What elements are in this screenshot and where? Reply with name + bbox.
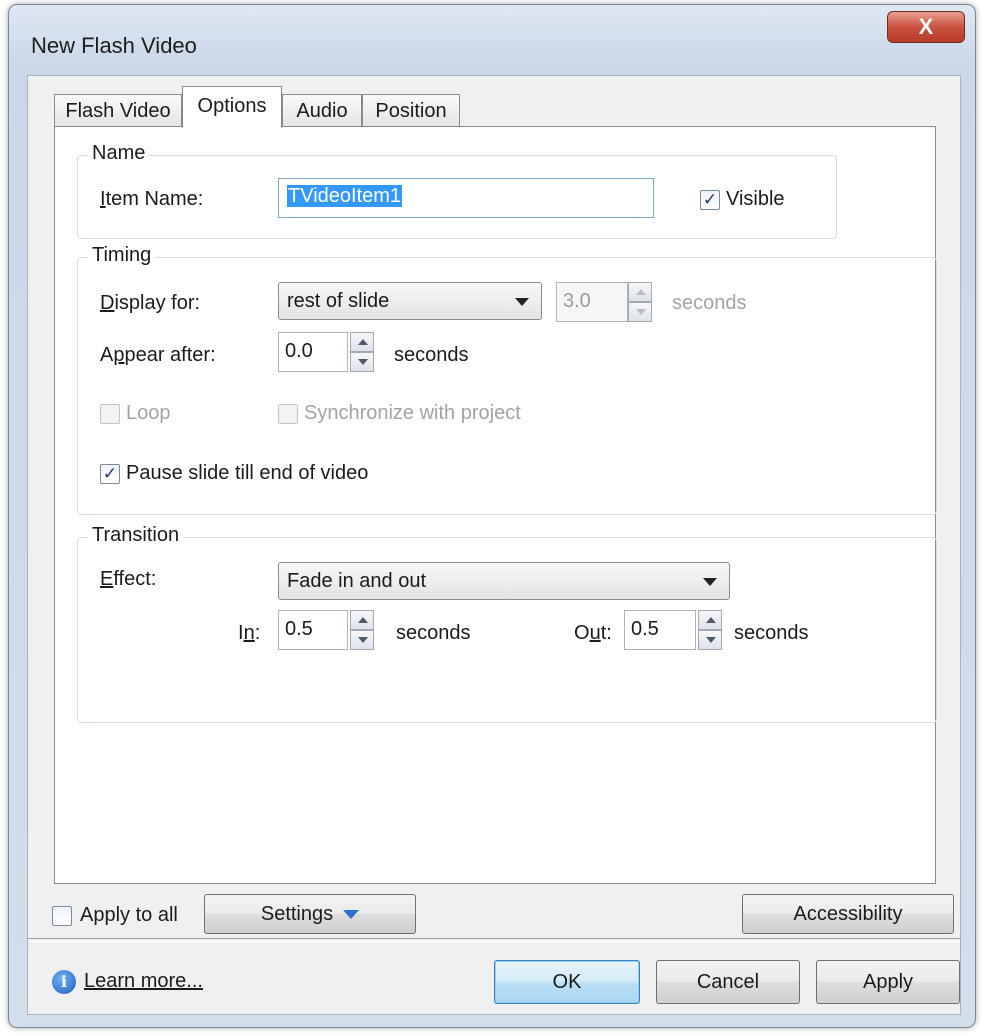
display-seconds-spinner [628,282,652,322]
ok-button[interactable]: OK [494,960,640,1004]
out-seconds-input[interactable]: 0.5 [624,610,696,650]
tab-flash-video[interactable]: Flash Video [54,94,182,126]
tab-options[interactable]: Options [182,86,282,128]
spin-up-icon[interactable] [350,610,374,630]
spin-up-icon[interactable] [698,610,722,630]
item-name-input[interactable]: TVideoItem1 [278,178,654,218]
dropdown-arrow-icon [343,910,360,920]
settings-button-label: Settings [260,903,334,925]
transition-group-title: Transition [88,524,184,547]
in-label: In: [238,622,261,644]
display-for-dropdown[interactable]: rest of slide [278,282,542,320]
display-for-label-text: isplay for: [114,292,201,314]
spin-down-icon[interactable] [350,630,374,650]
in-seconds-input[interactable]: 0.5 [278,610,348,650]
close-icon: X [918,14,934,39]
effect-dropdown[interactable]: Fade in and out [278,562,730,600]
learn-more-link[interactable]: Learn more... [84,970,203,993]
checkmark-icon: ✓ [102,464,118,483]
timing-group-title: Timing [88,244,156,267]
visible-label: Visible [726,188,785,210]
spin-up-icon[interactable] [350,332,374,352]
out-seconds-spinner[interactable] [698,610,722,650]
name-group-title: Name [88,142,150,165]
checkmark-icon: ✓ [702,190,718,209]
display-seconds-input: 3.0 [556,282,628,322]
apply-to-all-checkbox[interactable] [52,906,72,926]
synchronize-label: Synchronize with project [304,402,521,424]
loop-label: Loop [126,402,171,424]
tab-audio[interactable]: Audio [282,94,362,126]
name-group: Name Item Name: TVideoItem1 ✓ Visible [77,142,837,239]
synchronize-checkbox [278,404,298,424]
visible-checkbox[interactable]: ✓ [700,190,720,210]
tab-position[interactable]: Position [362,94,460,126]
info-icon: i [52,970,76,994]
out-seconds-unit: seconds [734,622,809,644]
spin-down-icon[interactable] [698,630,722,650]
dialog-client-area: Flash Video Options Audio Position Name … [27,75,961,1015]
apply-button[interactable]: Apply [816,960,960,1004]
settings-button[interactable]: Settings [204,894,416,934]
chevron-down-icon [703,578,717,586]
footer-separator [28,938,960,942]
pause-slide-label: Pause slide till end of video [126,462,369,484]
spin-down-icon [628,302,652,322]
appear-after-input[interactable]: 0.0 [278,332,348,372]
close-button[interactable]: X [887,11,965,43]
item-name-value: TVideoItem1 [287,185,403,207]
out-label: Out: [574,622,612,644]
display-for-value: rest of slide [287,290,390,312]
item-name-label: Item Name: [100,188,204,210]
in-seconds-unit: seconds [396,622,471,644]
window-title: New Flash Video [31,33,197,58]
timing-group: Timing Display for: rest of slide 3.0 se… [77,244,937,515]
transition-group: Transition Effect: Fade in and out In: 0… [77,524,937,723]
appear-after-spinner[interactable] [350,332,374,372]
options-tab-panel: Name Item Name: TVideoItem1 ✓ Visible Ti… [54,126,937,884]
spin-down-icon[interactable] [350,352,374,372]
display-seconds-unit: seconds [672,292,747,314]
appear-after-label: Appear after: [100,344,216,366]
loop-checkbox [100,404,120,424]
apply-to-all-label: Apply to all [80,904,178,926]
dialog-window: New Flash Video X Flash Video Options Au… [8,4,976,1028]
cancel-button[interactable]: Cancel [656,960,800,1004]
accessibility-button[interactable]: Accessibility [742,894,954,934]
pause-slide-checkbox[interactable]: ✓ [100,464,120,484]
effect-label-text: ffect: [113,568,157,590]
item-name-label-text: tem Name: [105,188,204,210]
effect-label: Effect: [100,568,157,590]
appear-after-unit: seconds [394,344,469,366]
effect-value: Fade in and out [287,570,426,592]
display-for-label: Display for: [100,292,201,314]
in-seconds-spinner[interactable] [350,610,374,650]
appear-after-label-text: pear after: [124,344,216,366]
chevron-down-icon [515,298,529,306]
spin-up-icon [628,282,652,302]
